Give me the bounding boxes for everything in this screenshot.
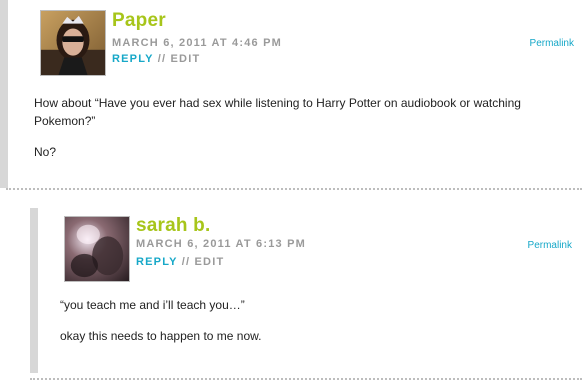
comment-actions: REPLY // EDIT — [136, 256, 224, 269]
avatar[interactable] — [40, 10, 106, 76]
action-separator: // — [157, 53, 167, 65]
comment-body: How about “Have you ever had sex while l… — [34, 94, 554, 174]
comment-divider — [30, 378, 582, 380]
comment-paragraph: No? — [34, 145, 57, 159]
reply-link[interactable]: REPLY — [112, 53, 153, 65]
permalink-link[interactable]: Permalink — [528, 240, 572, 252]
comment-paragraph: “you teach me and i’ll teach you…” — [60, 298, 245, 312]
comment-reply: sarah b. MARCH 6, 2011 AT 6:13 PM REPLY … — [30, 208, 582, 373]
comment-date[interactable]: MARCH 6, 2011 AT 4:46 PM — [112, 37, 282, 50]
comment-actions: REPLY // EDIT — [112, 53, 200, 66]
avatar[interactable] — [64, 216, 130, 282]
comment-paragraph: How about “Have you ever had sex while l… — [34, 96, 521, 128]
comment-author[interactable]: sarah b. — [136, 216, 210, 236]
permalink-link[interactable]: Permalink — [530, 38, 574, 50]
user-photo-icon — [41, 11, 105, 75]
comment-author[interactable]: Paper — [112, 11, 166, 31]
comment-body: “you teach me and i’ll teach you…” okay … — [60, 296, 560, 358]
comment: Paper MARCH 6, 2011 AT 4:46 PM REPLY // … — [0, 0, 582, 188]
comment-paragraph: okay this needs to happen to me now. — [60, 329, 262, 343]
reply-link[interactable]: REPLY — [136, 256, 177, 268]
edit-link[interactable]: EDIT — [171, 53, 201, 65]
comment-date[interactable]: MARCH 6, 2011 AT 6:13 PM — [136, 238, 306, 251]
action-separator: // — [181, 256, 191, 268]
user-photo-icon — [65, 217, 129, 281]
edit-link[interactable]: EDIT — [195, 256, 225, 268]
comment-divider — [6, 188, 582, 190]
